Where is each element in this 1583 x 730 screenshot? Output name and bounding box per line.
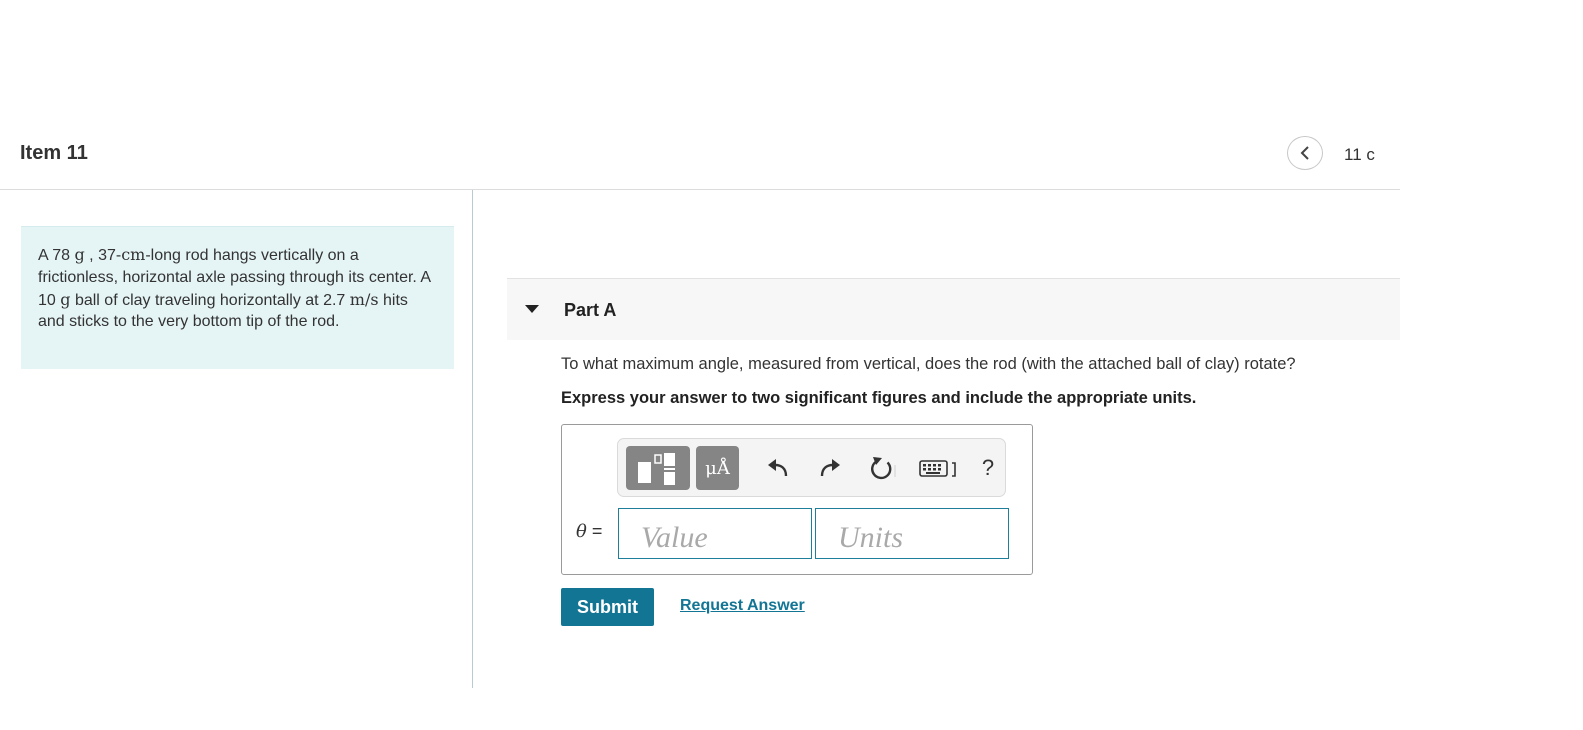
problem-statement: A 78 g , 37-cm-long rod hangs vertically… (21, 226, 454, 369)
redo-button[interactable] (815, 452, 845, 484)
unit-grams: g (74, 245, 85, 264)
unit-grams-2: g (60, 289, 71, 309)
value-input[interactable] (618, 508, 812, 559)
problem-text-2: , 37- (84, 247, 122, 264)
previous-item-button[interactable] (1287, 136, 1323, 170)
undo-button[interactable] (763, 452, 793, 484)
column-divider (472, 190, 473, 688)
reset-button[interactable] (867, 452, 901, 484)
item-counter: 11 c (1344, 145, 1375, 164)
answer-variable-label: θ = (576, 521, 602, 542)
help-button[interactable]: ? (975, 452, 1001, 484)
templates-button[interactable] (626, 446, 690, 490)
app-frame: Item 11 11 c A 78 g , 37-cm-long rod han… (0, 0, 1400, 730)
header-divider (0, 189, 1400, 190)
question-text: To what maximum angle, measured from ver… (561, 355, 1296, 373)
request-answer-link[interactable]: Request Answer (680, 597, 805, 615)
instruction-text: Express your answer to two significant f… (561, 389, 1197, 407)
theta-symbol: θ (576, 521, 587, 542)
units-button[interactable]: μÅ (696, 446, 739, 490)
part-header[interactable] (507, 278, 1400, 340)
keyboard-button[interactable] (918, 454, 960, 484)
unit-centimeters: cm (121, 245, 146, 264)
problem-text-4: ball of clay traveling horizontally at 2… (70, 291, 350, 309)
problem-text-1: A 78 (38, 247, 75, 264)
item-title: Item 11 (20, 142, 88, 164)
math-toolbar: μÅ ? (617, 438, 1006, 497)
keyboard-icon (919, 460, 956, 477)
undo-icon (768, 459, 788, 477)
caret-down-icon[interactable] (525, 305, 539, 313)
reset-icon (871, 457, 896, 480)
unit-meters-per-second: m/s (349, 289, 379, 309)
chevron-left-icon (1300, 146, 1309, 160)
units-input[interactable] (815, 508, 1009, 559)
equals-sign: = (586, 521, 603, 541)
submit-button[interactable]: Submit (561, 588, 654, 626)
redo-icon (820, 459, 840, 477)
part-title: Part A (564, 300, 617, 320)
templates-icon (638, 453, 675, 485)
